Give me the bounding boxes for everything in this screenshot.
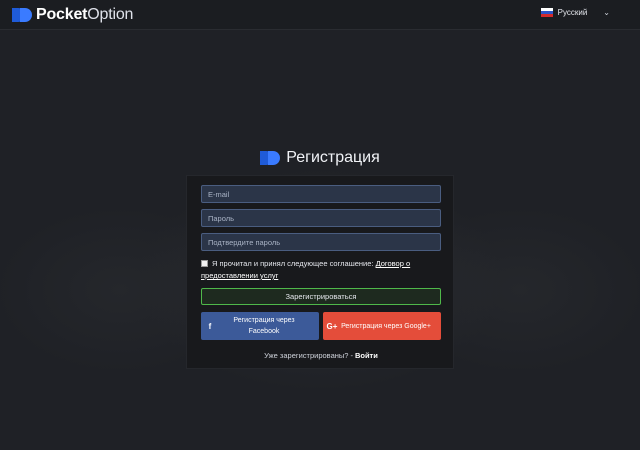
password-field[interactable]	[201, 209, 441, 227]
brand-name: PocketOption	[36, 5, 134, 23]
confirm-password-field[interactable]	[201, 233, 441, 251]
language-selector[interactable]: Русский ⌄	[540, 8, 610, 17]
already-registered-text: Уже зарегистрированы?	[264, 351, 349, 360]
page-title-text: Регистрация	[286, 149, 380, 166]
pocket-option-logo-icon	[12, 7, 32, 22]
facebook-register-label: Регистрация через Facebook	[233, 317, 295, 335]
page-title: Регистрация	[0, 149, 640, 167]
separator: -	[350, 351, 353, 360]
register-button-label: Зарегистрироваться	[285, 292, 357, 301]
login-prompt: Уже зарегистрированы? - Войти	[187, 351, 455, 360]
logo[interactable]: PocketOption	[12, 6, 133, 24]
facebook-icon: f	[208, 321, 212, 331]
top-bar: PocketOption Русский ⌄	[0, 0, 640, 30]
registration-form: Я прочитал и принял следующее соглашение…	[186, 175, 454, 369]
chevron-down-icon: ⌄	[603, 8, 610, 17]
registration-logo-icon	[260, 151, 281, 165]
agreement-checkbox[interactable]	[201, 260, 208, 267]
email-field[interactable]	[201, 185, 441, 203]
login-link[interactable]: Войти	[355, 351, 378, 360]
language-label: Русский	[557, 8, 588, 17]
agreement-row: Я прочитал и принял следующее соглашение…	[201, 258, 441, 282]
agreement-text: Я прочитал и принял следующее соглашение…	[212, 259, 374, 268]
russia-flag-icon	[540, 8, 553, 17]
google-plus-icon: G+	[326, 321, 338, 331]
facebook-register-button[interactable]: f Регистрация через Facebook	[201, 312, 319, 340]
google-register-button[interactable]: G+ Регистрация через Google+	[323, 312, 441, 340]
register-button[interactable]: Зарегистрироваться	[201, 288, 441, 305]
google-register-label: Регистрация через Google+	[341, 322, 431, 330]
